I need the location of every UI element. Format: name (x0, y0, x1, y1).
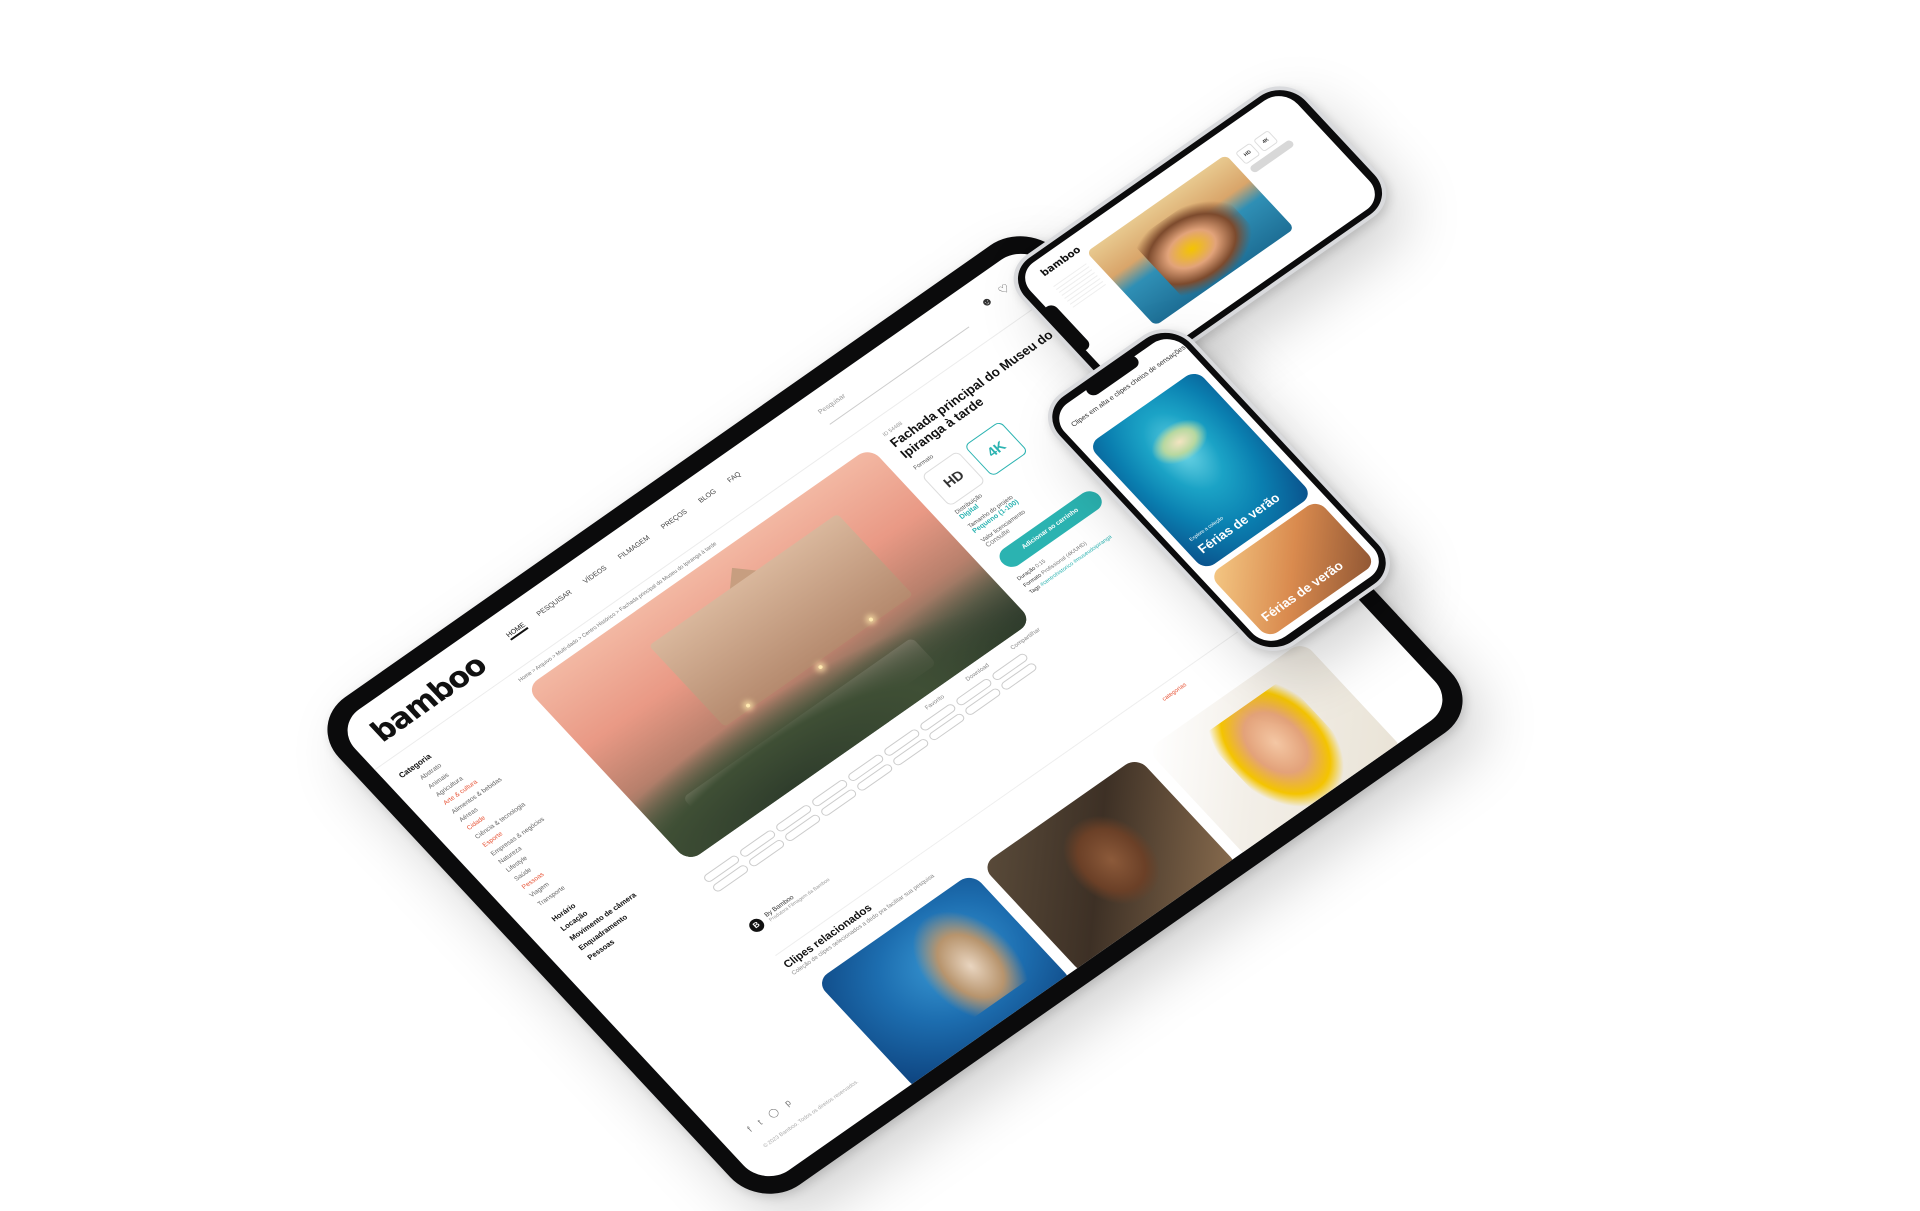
collection-card-title: Férias de verão (1257, 558, 1347, 625)
tablet-device: bamboo HOME PESQUISAR VÍDEOS FILMAGEM PR… (307, 218, 1483, 1211)
pinterest-icon[interactable]: p (782, 1098, 794, 1109)
device-mockup-scene: bamboo HOME PESQUISAR VÍDEOS FILMAGEM PR… (0, 0, 1920, 1211)
clip-info-panel: HD 4K (1231, 108, 1312, 174)
main-video-preview[interactable] (1086, 154, 1295, 326)
twitter-icon[interactable]: t (755, 1118, 765, 1128)
author-sub: Produtora Filmagem da Bamboo (767, 876, 832, 923)
nav-item-filmagem[interactable]: FILMAGEM (617, 535, 653, 563)
facebook-icon[interactable]: f (745, 1125, 755, 1135)
nav-item-videos[interactable]: VÍDEOS (582, 565, 610, 587)
author-name: By Bamboo (762, 893, 796, 919)
nav-item-home[interactable]: HOME (505, 621, 529, 641)
nav-item-pesquisar[interactable]: PESQUISAR (536, 589, 576, 619)
instagram-icon[interactable]: ◯ (766, 1106, 782, 1120)
nav-item-blog[interactable]: BLOG (697, 488, 719, 506)
author-avatar: B (746, 916, 768, 935)
nav-item-faq[interactable]: FAQ (726, 471, 744, 486)
nav-item-precos[interactable]: PREÇOS (660, 509, 690, 533)
heart-icon[interactable]: ♡ (995, 281, 1013, 298)
author-text: By Bamboo Produtora Filmagem da Bamboo (763, 872, 831, 923)
tablet-screen: bamboo HOME PESQUISAR VÍDEOS FILMAGEM PR… (334, 242, 1456, 1188)
user-icon[interactable]: ☻ (976, 293, 996, 311)
